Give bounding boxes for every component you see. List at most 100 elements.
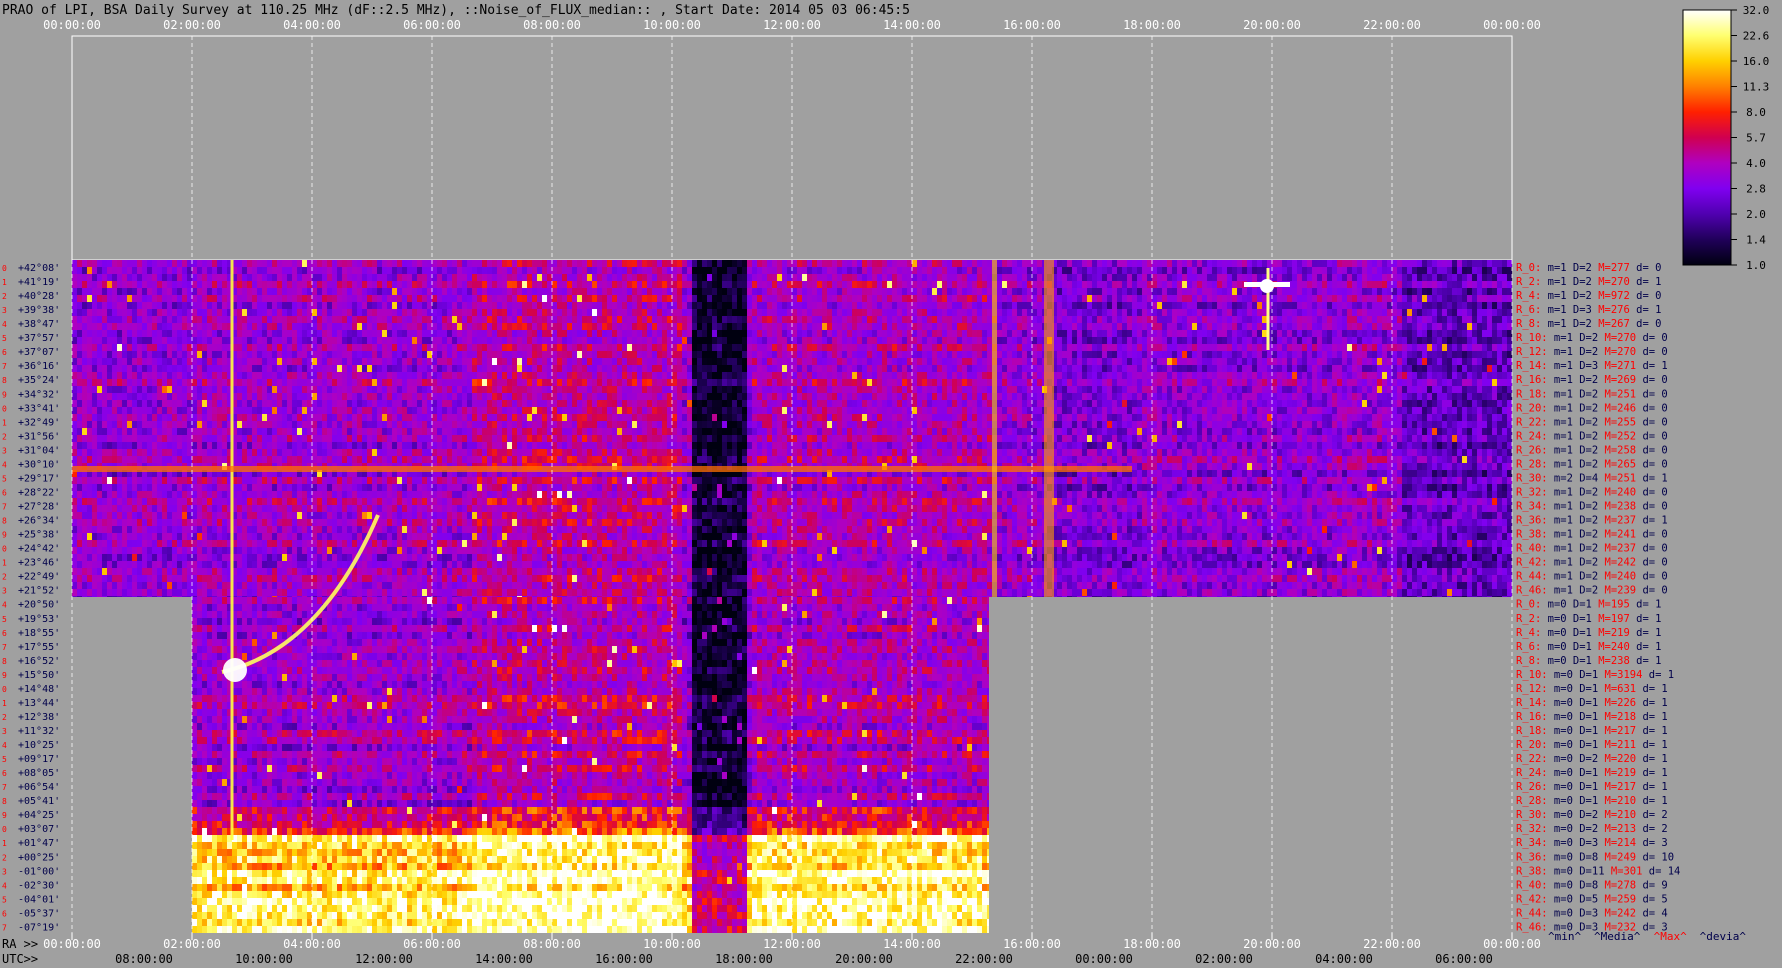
- row-index-label: 6: [2, 488, 7, 497]
- row-stat: R_34: m=1 D=2 M=238 d= 0: [1516, 501, 1668, 513]
- declination-label: +11°32': [18, 726, 60, 737]
- top-tick-label: 14:00:00: [883, 18, 941, 32]
- row-index-label: 6: [2, 769, 7, 778]
- colorbar-tick-label: 11.3: [1743, 81, 1770, 94]
- utc-tick-label: 22:00:00: [955, 952, 1013, 966]
- top-tick-label: 20:00:00: [1243, 18, 1301, 32]
- declination-label: +28°22': [18, 487, 60, 498]
- row-index-label: 9: [2, 811, 7, 820]
- utc-tick-label: 06:00:00: [1435, 952, 1493, 966]
- row-index-label: 4: [2, 460, 7, 469]
- declination-label: +32°49': [18, 417, 60, 428]
- utc-tick-label: 00:00:00: [1075, 952, 1133, 966]
- declination-label: +25°38': [18, 530, 60, 541]
- declination-label: +37°07': [18, 347, 60, 358]
- row-stat: R_12: m=1 D=2 M=270 d= 0: [1516, 346, 1668, 358]
- row-index-label: 8: [2, 657, 7, 666]
- row-index-label: 3: [2, 867, 7, 876]
- declination-label: +30°10': [18, 459, 60, 470]
- declination-label: +37°57': [18, 333, 60, 344]
- declination-label: +00°25': [18, 852, 60, 863]
- stat-legend-item: ^devia^: [1700, 930, 1747, 943]
- colorbar-tick-label: 8.0: [1746, 106, 1766, 119]
- row-index-label: 7: [2, 923, 7, 932]
- row-index-label: 1: [2, 418, 7, 427]
- row-index-label: 6: [2, 909, 7, 918]
- row-stat: R_20: m=1 D=2 M=246 d= 0: [1516, 402, 1668, 414]
- top-tick-label: 08:00:00: [523, 18, 581, 32]
- row-stat: R_26: m=0 D=1 M=217 d= 1: [1516, 781, 1668, 793]
- row-index-label: 8: [2, 517, 7, 526]
- top-tick-label: 18:00:00: [1123, 18, 1181, 32]
- declination-label: +03°07': [18, 824, 60, 835]
- utc-tick-label: 02:00:00: [1195, 952, 1253, 966]
- row-index-label: 2: [2, 713, 7, 722]
- row-stat: R_28: m=0 D=1 M=210 d= 1: [1516, 795, 1668, 807]
- declination-label: -07°19': [18, 922, 60, 933]
- row-stat: R_38: m=1 D=2 M=241 d= 0: [1516, 529, 1668, 541]
- declination-label: -04°01': [18, 894, 60, 905]
- colorbar: 32.0 22.6 16.0 11.3 8.0 5.7 4.0 2.8 2.0 1.4 1.0: [1682, 4, 1770, 272]
- row-stat: R_16: m=0 D=1 M=218 d= 1: [1516, 711, 1668, 723]
- declination-label: +42°08': [18, 263, 60, 274]
- row-index-label: 3: [2, 587, 7, 596]
- row-index-label: 5: [2, 755, 7, 764]
- ra-row-label: RA >>: [2, 937, 38, 951]
- row-index-label: 2: [2, 853, 7, 862]
- row-index-label: 0: [2, 404, 7, 413]
- row-index-label: 6: [2, 629, 7, 638]
- declination-label: +22°49': [18, 572, 60, 583]
- declination-label: +39°38': [18, 305, 60, 316]
- chart-title: PRAO of LPI, BSA Daily Survey at 110.25 …: [2, 3, 910, 18]
- top-tick-label: 22:00:00: [1363, 18, 1421, 32]
- row-index-label: 9: [2, 531, 7, 540]
- colorbar-tick-label: 4.0: [1746, 157, 1766, 170]
- top-tick-label: 04:00:00: [283, 18, 341, 32]
- colorbar-tick-label: 2.8: [1746, 183, 1766, 196]
- row-stat: R_0: m=1 D=2 M=277 d= 0: [1516, 262, 1661, 274]
- declination-label: +19°53': [18, 614, 60, 625]
- row-stat: R_40: m=1 D=2 M=237 d= 0: [1516, 543, 1668, 555]
- row-stat: R_26: m=1 D=2 M=258 d= 0: [1516, 444, 1668, 456]
- declination-label: -02°30': [18, 880, 60, 891]
- top-tick-label: 10:00:00: [643, 18, 701, 32]
- utc-tick-label: 08:00:00: [115, 952, 173, 966]
- row-index-label: 2: [2, 292, 7, 301]
- row-index-label: 1: [2, 278, 7, 287]
- row-stat: R_0: m=0 D=1 M=195 d= 1: [1516, 599, 1661, 611]
- declination-label: +14°48': [18, 684, 60, 695]
- row-index-label: 2: [2, 573, 7, 582]
- row-stat: R_32: m=0 D=2 M=213 d= 2: [1516, 823, 1668, 835]
- row-stat: R_36: m=0 D=8 M=249 d= 10: [1516, 851, 1674, 863]
- stat-legend-item: ^Max^: [1654, 930, 1687, 943]
- declination-label: +09°17': [18, 754, 60, 765]
- row-stat: R_24: m=1 D=2 M=252 d= 0: [1516, 430, 1668, 442]
- row-stat: R_42: m=0 D=5 M=259 d= 5: [1516, 893, 1668, 905]
- declination-label: +29°17': [18, 473, 60, 484]
- row-index-label: 0: [2, 685, 7, 694]
- top-tick-label: 00:00:00: [1483, 18, 1541, 32]
- declination-label: +23°46': [18, 558, 60, 569]
- row-stat: R_6: m=1 D=3 M=276 d= 1: [1516, 304, 1661, 316]
- row-stat: R_2: m=1 D=2 M=270 d= 1: [1516, 276, 1661, 288]
- declination-label: +20°50': [18, 600, 60, 611]
- utc-tick-label: 10:00:00: [235, 952, 293, 966]
- row-index-label: 4: [2, 881, 7, 890]
- survey-heatmap-chart: PRAO of LPI, BSA Daily Survey at 110.25 …: [2, 3, 1770, 966]
- row-stat: R_42: m=1 D=2 M=242 d= 0: [1516, 557, 1668, 569]
- row-index-label: 3: [2, 306, 7, 315]
- row-index-label: 3: [2, 446, 7, 455]
- utc-tick-label: 18:00:00: [715, 952, 773, 966]
- colorbar-tick-label: 2.0: [1746, 208, 1766, 221]
- declination-label: +04°25': [18, 810, 60, 821]
- row-stat: R_24: m=0 D=1 M=219 d= 1: [1516, 767, 1668, 779]
- row-index-label: 1: [2, 559, 7, 568]
- utc-tick-label: 16:00:00: [595, 952, 653, 966]
- top-tick-label: 16:00:00: [1003, 18, 1061, 32]
- utc-tick-label: 20:00:00: [835, 952, 893, 966]
- declination-label: +40°28': [18, 291, 60, 302]
- row-index-label: 9: [2, 390, 7, 399]
- declination-label: +33°41': [18, 403, 60, 414]
- row-index-label: 0: [2, 264, 7, 273]
- row-stat: R_36: m=1 D=2 M=237 d= 1: [1516, 515, 1668, 527]
